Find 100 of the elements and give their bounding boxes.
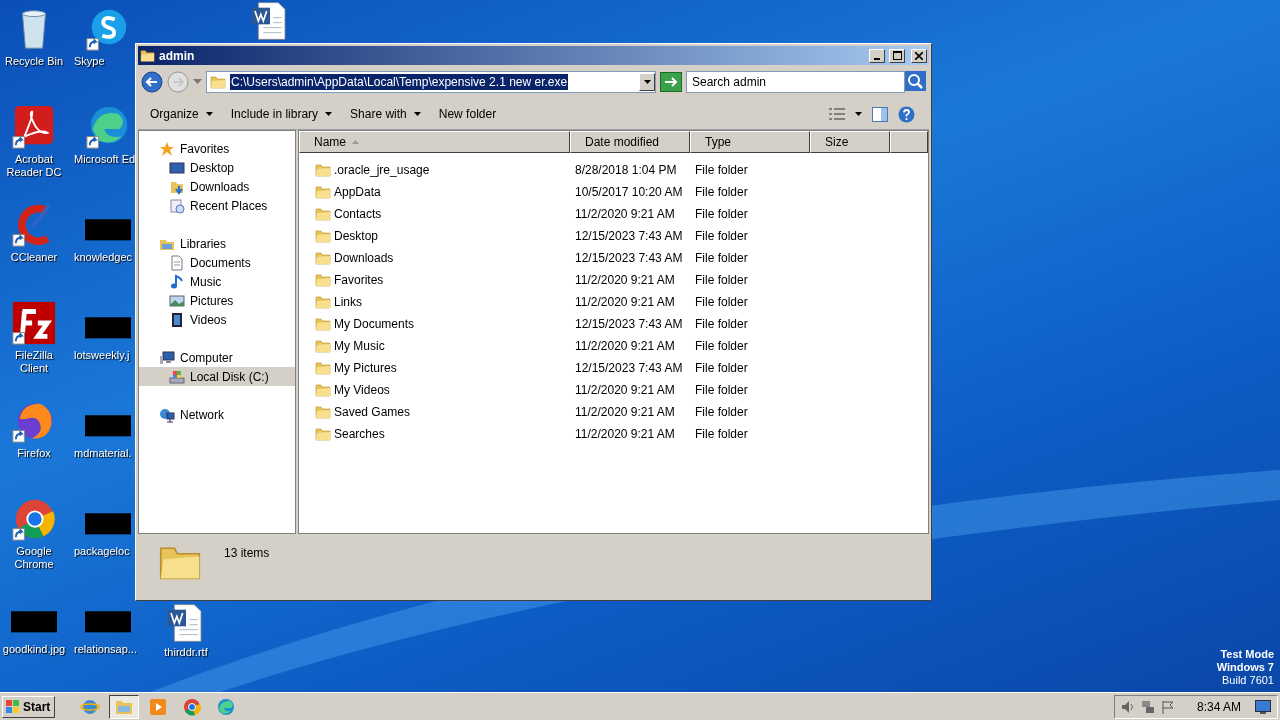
browser-logo-icon: [182, 696, 203, 717]
file-name[interactable]: Searches: [334, 427, 385, 441]
nav-item[interactable]: Downloads: [139, 177, 295, 196]
icon-label: Skype: [74, 55, 106, 68]
file-name[interactable]: Downloads: [334, 251, 394, 265]
network-icon: [159, 406, 175, 423]
type-cell: File folder: [695, 251, 748, 265]
nav-item[interactable]: Local Disk (C:): [139, 367, 295, 386]
icon-label: mdmaterial.: [74, 447, 133, 460]
transfer-app-icon[interactable]: [11, 300, 57, 346]
date-cell: 11/2/2020 9:21 AM: [575, 295, 675, 309]
icon-label: packageloc: [74, 545, 131, 558]
column-header[interactable]: Size: [810, 131, 890, 153]
nav-item[interactable]: Documents: [139, 253, 295, 272]
picture-icon: [169, 292, 185, 309]
file-name[interactable]: .oracle_jre_usage: [334, 163, 430, 177]
preview-pane-icon[interactable]: [872, 106, 888, 122]
date-cell: 11/2/2020 9:21 AM: [575, 339, 675, 353]
type-cell: File folder: [695, 317, 748, 331]
column-header[interactable]: Type: [690, 131, 810, 153]
toolbar-button[interactable]: Organize: [144, 104, 219, 124]
search-field[interactable]: Search admin: [686, 71, 905, 93]
dropdown-button[interactable]: [639, 73, 655, 91]
recent-places-icon: [169, 197, 185, 214]
nav-item[interactable]: Videos: [139, 310, 295, 329]
nav-item[interactable]: Favorites: [139, 139, 295, 158]
type-cell: File folder: [695, 383, 748, 397]
toolbar-button[interactable]: Include in library: [224, 104, 339, 124]
film-strip-icon: [169, 311, 185, 328]
folder-icon: [315, 360, 331, 376]
os-notice: Build 7601: [1222, 674, 1274, 687]
toolbar-button[interactable]: Share with: [344, 104, 427, 124]
file-name[interactable]: Saved Games: [334, 405, 411, 419]
folder-icon: [315, 184, 331, 200]
file-name[interactable]: Desktop: [334, 229, 379, 243]
type-cell: File folder: [695, 273, 748, 287]
maximize-button[interactable]: [889, 48, 905, 63]
start-button[interactable]: Start: [2, 695, 56, 718]
date-cell: 11/2/2020 9:21 AM: [575, 207, 675, 221]
clock[interactable]: 8:34 AM: [1196, 699, 1241, 714]
icon-label: CCleaner: [9, 251, 59, 264]
back-button[interactable]: [141, 71, 163, 93]
folder-icon: [315, 338, 331, 354]
icon-label: lotsweekly.j: [74, 349, 131, 362]
file-name[interactable]: My Videos: [334, 383, 390, 397]
minimize-button[interactable]: [869, 48, 885, 63]
type-cell: File folder: [695, 361, 748, 375]
search-icon[interactable]: [905, 71, 926, 91]
nav-item[interactable]: Recent Places: [139, 196, 295, 215]
star-icon: [159, 140, 175, 157]
folder-icon: [315, 316, 331, 332]
nav-item[interactable]: Music: [139, 272, 295, 291]
icon-label: Microsoft Ed: [74, 153, 137, 166]
taskbar-app[interactable]: [109, 694, 140, 719]
file-name[interactable]: My Music: [334, 339, 385, 353]
wave-logo-icon: [216, 696, 237, 717]
go-button[interactable]: [660, 72, 682, 92]
item-count: 13 items: [224, 546, 270, 560]
column-header[interactable]: Date modified: [570, 131, 690, 153]
show-desktop-icon[interactable]: [1255, 699, 1271, 714]
file-name[interactable]: AppData: [334, 185, 381, 199]
type-cell: File folder: [695, 229, 748, 243]
type-cell: File folder: [695, 207, 748, 221]
file-name[interactable]: My Pictures: [334, 361, 397, 375]
caret-icon[interactable]: [855, 112, 862, 116]
caret-icon: [643, 80, 651, 84]
toolbar-button[interactable]: New folder: [432, 104, 503, 124]
maximize-icon: [892, 51, 902, 60]
nav-item[interactable]: Computer: [139, 348, 295, 367]
network-icon[interactable]: [1140, 699, 1155, 714]
music-note-icon: [169, 273, 185, 290]
file-name[interactable]: Links: [334, 295, 362, 309]
speaker-icon[interactable]: [1120, 699, 1135, 714]
file-name[interactable]: Contacts: [334, 207, 382, 221]
date-cell: 10/5/2017 10:20 AM: [575, 185, 683, 199]
nav-item[interactable]: Pictures: [139, 291, 295, 310]
icon-label: goodkind.jpg: [1, 643, 67, 656]
folder-icon: [315, 250, 331, 266]
address-field[interactable]: C:\Users\admin\AppData\Local\Temp\expensive 2.1 new er.exe: [206, 71, 656, 93]
type-cell: File folder: [695, 427, 748, 441]
file-name[interactable]: My Documents: [334, 317, 415, 331]
os-notice: Test Mode: [1220, 648, 1274, 661]
icon-label: Acrobat Reader DC: [5, 153, 63, 179]
icon-label: Google Chrome: [13, 545, 55, 571]
help-icon[interactable]: [898, 105, 915, 123]
nav-item[interactable]: Network: [139, 405, 295, 424]
view-list-icon[interactable]: [829, 107, 845, 121]
file-name[interactable]: Favorites: [334, 273, 384, 287]
nav-item[interactable]: Desktop: [139, 158, 295, 177]
icon-label: relationsap...: [74, 643, 138, 656]
nav-item[interactable]: Libraries: [139, 234, 295, 253]
close-button[interactable]: [911, 48, 927, 63]
date-cell: 8/28/2018 1:04 PM: [575, 163, 677, 177]
date-cell: 11/2/2020 9:21 AM: [575, 405, 675, 419]
column-header[interactable]: Name: [299, 131, 570, 153]
date-cell: 11/2/2020 9:21 AM: [575, 427, 675, 441]
date-cell: 12/15/2023 7:43 AM: [575, 317, 683, 331]
icon-label: Firefox: [16, 447, 52, 460]
folder-icon: [315, 404, 331, 420]
flag-icon[interactable]: [1160, 699, 1175, 714]
